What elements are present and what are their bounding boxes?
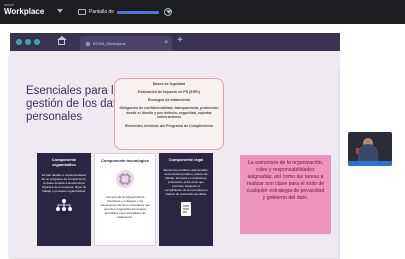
favicon-icon bbox=[86, 41, 90, 46]
list-item: Evaluación de Impacto en PD (EIPD) bbox=[138, 90, 200, 95]
organization-roles-callout: La estructura de la organización, roles … bbox=[240, 155, 331, 234]
component-org-text: El más desafío e implementación de un pr… bbox=[41, 173, 87, 193]
browser-tab-active[interactable]: ECHN_Municipios × bbox=[80, 36, 172, 51]
workplace-logo[interactable]: azure Workplace bbox=[4, 3, 44, 16]
essentials-list-box: Bases de legalidad Evaluación de Impacto… bbox=[114, 78, 224, 150]
workplace-topbar: azure Workplace Pantalla de bbox=[0, 0, 405, 24]
component-org-title: Componente organizativo bbox=[51, 157, 77, 167]
brand-name-label: Workplace bbox=[4, 7, 45, 16]
list-item: Bases de legalidad bbox=[152, 82, 186, 86]
home-icon[interactable] bbox=[58, 39, 65, 45]
component-tec-card: Componente tecnológico Comprende la infr… bbox=[94, 153, 156, 246]
window-dot-icon[interactable] bbox=[25, 39, 31, 45]
org-chart-icon bbox=[56, 199, 72, 211]
component-tec-title: Componente tecnológico bbox=[101, 158, 149, 163]
close-icon[interactable]: × bbox=[164, 40, 168, 46]
component-org-card: Componente organizativo El más desafío e… bbox=[37, 153, 91, 246]
technology-chip-icon bbox=[116, 170, 134, 188]
screen-icon bbox=[78, 9, 86, 15]
legal-document-icon bbox=[181, 202, 191, 216]
tab-title: ECHN_Municipios bbox=[93, 41, 126, 46]
component-legal-title: Componente legal bbox=[168, 157, 204, 162]
screen-share-selector[interactable]: Pantalla de bbox=[78, 6, 173, 18]
list-item: Elementos mínimos del Programa de Cumpli… bbox=[124, 123, 214, 128]
participant-video-thumbnail[interactable] bbox=[348, 132, 392, 166]
list-item: Encargos de tratamiento bbox=[147, 98, 191, 103]
window-dot-icon[interactable] bbox=[16, 39, 22, 45]
component-legal-card: Componente legal Elementos jurídicos rel… bbox=[159, 153, 213, 246]
participant-name-bar bbox=[348, 161, 392, 166]
chevron-down-icon[interactable] bbox=[57, 9, 63, 13]
window-dot-icon[interactable] bbox=[34, 39, 40, 45]
screen-share-label: Pantalla de bbox=[89, 9, 115, 15]
screen-name-redacted bbox=[117, 10, 160, 14]
browser-tab-bar: ECHN_Municipios × + bbox=[10, 33, 340, 51]
new-tab-button[interactable]: + bbox=[177, 36, 183, 46]
list-item: Obligación de confidencialidad, transpar… bbox=[119, 106, 219, 120]
stop-share-icon[interactable] bbox=[164, 8, 172, 16]
component-legal-text: Elementos jurídicos relacionados, docume… bbox=[163, 168, 209, 196]
component-tec-text: Comprende la infraestructura (hardware y… bbox=[100, 195, 150, 219]
